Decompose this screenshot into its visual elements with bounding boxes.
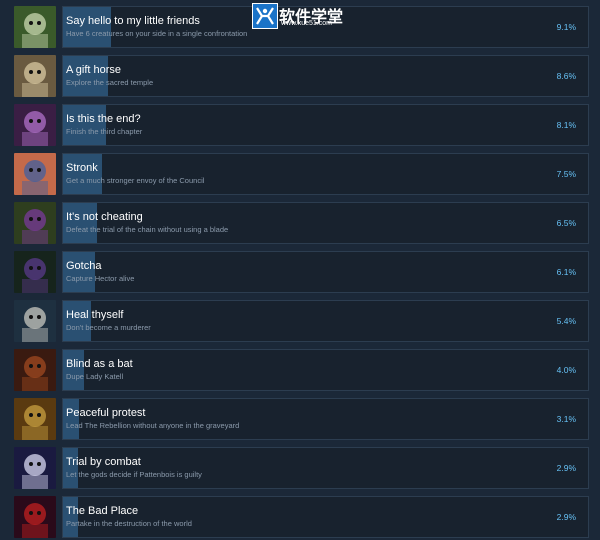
crowd-icon <box>14 398 56 440</box>
achievement-description: Let the gods decide if Pattenbois is gui… <box>66 470 202 479</box>
unlock-rate-bar <box>63 105 106 145</box>
achievement-row[interactable]: It's not cheating Defeat the trial of the… <box>14 202 589 244</box>
achievement-panel: Gotcha Capture Hector alive 6.1% <box>62 251 589 293</box>
unlock-percentage: 7.5% <box>556 169 576 179</box>
unlock-percentage: 6.1% <box>556 267 576 277</box>
achievement-panel: Peaceful protest Lead The Rebellion witho… <box>62 398 589 440</box>
spider-web-icon <box>14 104 56 146</box>
unlock-rate-bar <box>63 7 111 47</box>
crossed-swords-icon <box>14 447 56 489</box>
unlock-percentage: 9.1% <box>556 22 576 32</box>
achievement-row[interactable]: Gotcha Capture Hector alive 6.1% <box>14 251 589 293</box>
unlock-percentage: 2.9% <box>556 512 576 522</box>
achievement-panel: Is this the end? Finish the third chapter… <box>62 104 589 146</box>
watermark: 软件学堂 www.xue51.com <box>252 3 354 29</box>
watermark-url: www.xue51.com <box>281 20 332 27</box>
achievement-panel: Trial by combat Let the gods decide if Pa… <box>62 447 589 489</box>
achievement-description: Get a much stronger envoy of the Council <box>66 176 205 185</box>
achievement-description: Partake in the destruction of the world <box>66 519 192 528</box>
achievement-title: Stronk <box>66 162 98 174</box>
achievement-title: It's not cheating <box>66 211 143 223</box>
envoy-icon <box>14 153 56 195</box>
unlock-rate-bar <box>63 203 97 243</box>
achievement-panel: Blind as a bat Dupe Lady Katell 4.0% <box>62 349 589 391</box>
chain-icon <box>14 202 56 244</box>
achievement-description: Finish the third chapter <box>66 127 143 136</box>
achievement-title: Blind as a bat <box>66 358 133 370</box>
rat-icon <box>14 251 56 293</box>
horse-icon <box>14 55 56 97</box>
achievement-title: Peaceful protest <box>66 407 146 419</box>
achievement-row[interactable]: The Bad Place Partake in the destruction … <box>14 496 589 538</box>
unlock-percentage: 5.4% <box>556 316 576 326</box>
bat-icon <box>14 349 56 391</box>
watermark-logo-icon <box>252 3 278 29</box>
unlock-percentage: 2.9% <box>556 463 576 473</box>
unlock-percentage: 8.6% <box>556 71 576 81</box>
unlock-percentage: 4.0% <box>556 365 576 375</box>
unlock-rate-bar <box>63 497 78 537</box>
achievement-description: Don't become a murderer <box>66 323 151 332</box>
achievement-panel: Stronk Get a much stronger envoy of the C… <box>62 153 589 195</box>
unlock-rate-bar <box>63 448 78 488</box>
achievement-row[interactable]: Trial by combat Let the gods decide if Pa… <box>14 447 589 489</box>
achievement-title: A gift horse <box>66 64 122 76</box>
achievement-description: Explore the sacred temple <box>66 78 154 87</box>
achievement-panel: The Bad Place Partake in the destruction … <box>62 496 589 538</box>
achievement-row[interactable]: A gift horse Explore the sacred temple 8.6… <box>14 55 589 97</box>
unlock-percentage: 3.1% <box>556 414 576 424</box>
achievement-description: Dupe Lady Katell <box>66 372 124 381</box>
achievement-description: Defeat the trial of the chain without us… <box>66 225 229 234</box>
unlock-rate-bar <box>63 252 95 292</box>
unlock-rate-bar <box>63 301 91 341</box>
unlock-rate-bar <box>63 56 108 96</box>
unlock-rate-bar <box>63 154 102 194</box>
achievement-description: Lead The Rebellion without anyone in the… <box>66 421 240 430</box>
demon-icon <box>14 496 56 538</box>
unlock-percentage: 8.1% <box>556 120 576 130</box>
raccoon-icon <box>14 300 56 342</box>
achievement-panel: It's not cheating Defeat the trial of the… <box>62 202 589 244</box>
achievement-title: Heal thyself <box>66 309 124 321</box>
achievement-title: Is this the end? <box>66 113 141 125</box>
achievement-title: Say hello to my little friends <box>66 15 200 27</box>
unlock-rate-bar <box>63 399 79 439</box>
achievement-panel: Heal thyself Don't become a murderer 5.4% <box>62 300 589 342</box>
achievement-row[interactable]: Blind as a bat Dupe Lady Katell 4.0% <box>14 349 589 391</box>
achievement-title: Trial by combat <box>66 456 141 468</box>
achievement-row[interactable]: Is this the end? Finish the third chapter… <box>14 104 589 146</box>
achievement-title: The Bad Place <box>66 505 139 517</box>
achievement-description: Have 6 creatures on your side in a singl… <box>66 29 248 38</box>
achievement-row[interactable]: Heal thyself Don't become a murderer 5.4% <box>14 300 589 342</box>
achievement-row[interactable]: Peaceful protest Lead The Rebellion witho… <box>14 398 589 440</box>
achievement-row[interactable]: Stronk Get a much stronger envoy of the C… <box>14 153 589 195</box>
achievement-title: Gotcha <box>66 260 102 272</box>
achievement-description: Capture Hector alive <box>66 274 135 283</box>
three-cards-icon <box>14 6 56 48</box>
achievement-panel: A gift horse Explore the sacred temple 8.6… <box>62 55 589 97</box>
unlock-rate-bar <box>63 350 84 390</box>
unlock-percentage: 6.5% <box>556 218 576 228</box>
